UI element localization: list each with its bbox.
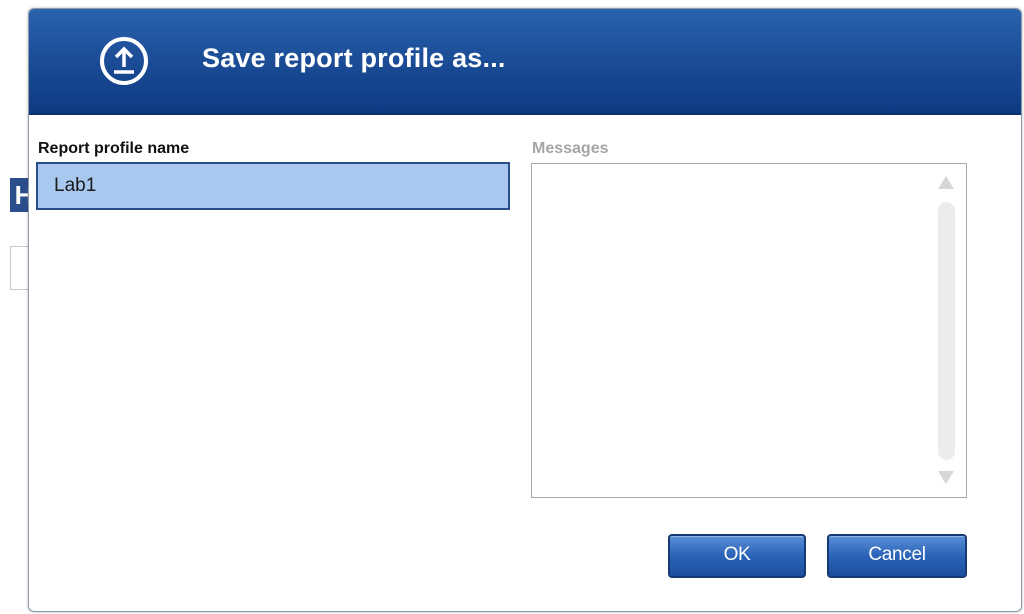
messages-label: Messages bbox=[532, 140, 609, 157]
dialog-title-bar: Save report profile as... bbox=[29, 9, 1021, 115]
messages-panel bbox=[531, 163, 967, 498]
cancel-button[interactable]: Cancel bbox=[827, 534, 967, 578]
report-profile-name-label: Report profile name bbox=[38, 140, 190, 157]
scroll-down-arrow-icon[interactable] bbox=[938, 471, 954, 484]
background-window bbox=[0, 0, 30, 614]
report-profile-name-input[interactable]: Lab1 bbox=[36, 162, 510, 210]
ok-button[interactable]: OK bbox=[668, 534, 806, 578]
dialog-title: Save report profile as... bbox=[202, 43, 506, 73]
messages-scrollbar[interactable] bbox=[938, 202, 955, 460]
scroll-up-arrow-icon[interactable] bbox=[938, 176, 954, 189]
upload-icon bbox=[100, 37, 148, 85]
